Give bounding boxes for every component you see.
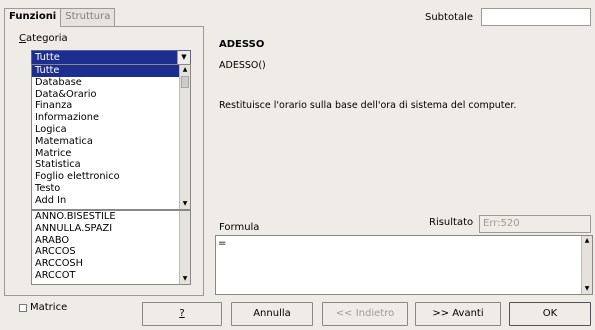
category-option[interactable]: Matematica — [32, 136, 190, 148]
formula-label: Formula — [219, 222, 260, 233]
function-item[interactable]: ANNO.BISESTILE — [32, 211, 190, 223]
function-description: Restituisce l'orario sulla base dell'ora… — [219, 100, 517, 111]
tab-struttura[interactable]: Struttura — [60, 8, 116, 26]
back-button[interactable]: << Indietro — [322, 302, 408, 326]
category-option[interactable]: Foglio elettronico — [32, 171, 190, 183]
tab-bar: Funzioni Struttura — [4, 8, 116, 27]
category-list[interactable]: Tutte Database Data&Orario Finanza Infor… — [31, 64, 191, 210]
category-option[interactable]: Data&Orario — [32, 89, 190, 101]
function-syntax: ADESSO() — [219, 60, 266, 71]
category-option[interactable]: Matrice — [32, 148, 190, 160]
subtotal-label: Subtotale — [425, 12, 474, 23]
cancel-button[interactable]: Annulla — [231, 302, 313, 326]
category-option[interactable]: Logica — [32, 124, 190, 136]
scroll-down-icon[interactable]: ▼ — [582, 284, 592, 294]
category-option[interactable]: Finanza — [32, 100, 190, 112]
category-option[interactable]: Tutte — [32, 65, 190, 77]
category-combobox[interactable]: Tutte ▼ — [31, 50, 191, 65]
result-label: Risultato — [429, 217, 474, 228]
category-option[interactable]: Database — [32, 77, 190, 89]
ok-button[interactable]: OK — [509, 302, 591, 326]
scroll-up-icon[interactable]: ▲ — [582, 236, 592, 246]
function-item[interactable]: ANNULLA.SPAZI — [32, 223, 190, 235]
matrix-label: Matrice — [30, 302, 68, 313]
function-item[interactable]: ARABO — [32, 235, 190, 247]
category-option[interactable]: Testo — [32, 183, 190, 195]
scroll-down-icon[interactable]: ▼ — [180, 199, 190, 209]
function-item[interactable]: ARCCOS — [32, 246, 190, 258]
help-button[interactable]: ? — [142, 302, 222, 326]
next-button[interactable]: >> Avanti — [415, 302, 501, 326]
function-item[interactable]: ARCCOSH — [32, 258, 190, 270]
matrix-checkbox[interactable]: Matrice — [19, 302, 67, 313]
formula-scrollbar[interactable]: ▲ ▼ — [581, 236, 592, 294]
function-scrollbar[interactable]: ▼ — [179, 211, 190, 284]
function-list[interactable]: ANNO.BISESTILE ANNULLA.SPAZI ARABO ARCCO… — [31, 210, 191, 285]
scroll-up-icon[interactable]: ▲ — [180, 65, 190, 75]
category-option[interactable]: Informazione — [32, 112, 190, 124]
category-selected: Tutte — [35, 52, 60, 63]
result-field: Err:520 — [479, 215, 591, 233]
category-option[interactable]: Statistica — [32, 159, 190, 171]
category-option[interactable]: Add In — [32, 195, 190, 207]
category-label: Categoria — [19, 33, 68, 44]
checkbox-box[interactable] — [19, 303, 27, 312]
category-scrollbar[interactable]: ▲ ▼ — [179, 65, 190, 209]
chevron-down-icon[interactable]: ▼ — [177, 51, 190, 64]
tab-funzioni[interactable]: Funzioni — [4, 8, 62, 27]
formula-text: = — [218, 238, 227, 249]
subtotal-field[interactable] — [481, 8, 591, 26]
function-item[interactable]: ARCCOT — [32, 270, 190, 282]
function-name: ADESSO — [219, 39, 265, 50]
scroll-down-icon[interactable]: ▼ — [180, 274, 190, 284]
scroll-thumb[interactable] — [181, 76, 189, 88]
formula-editor[interactable]: = ▲ ▼ — [215, 235, 593, 295]
